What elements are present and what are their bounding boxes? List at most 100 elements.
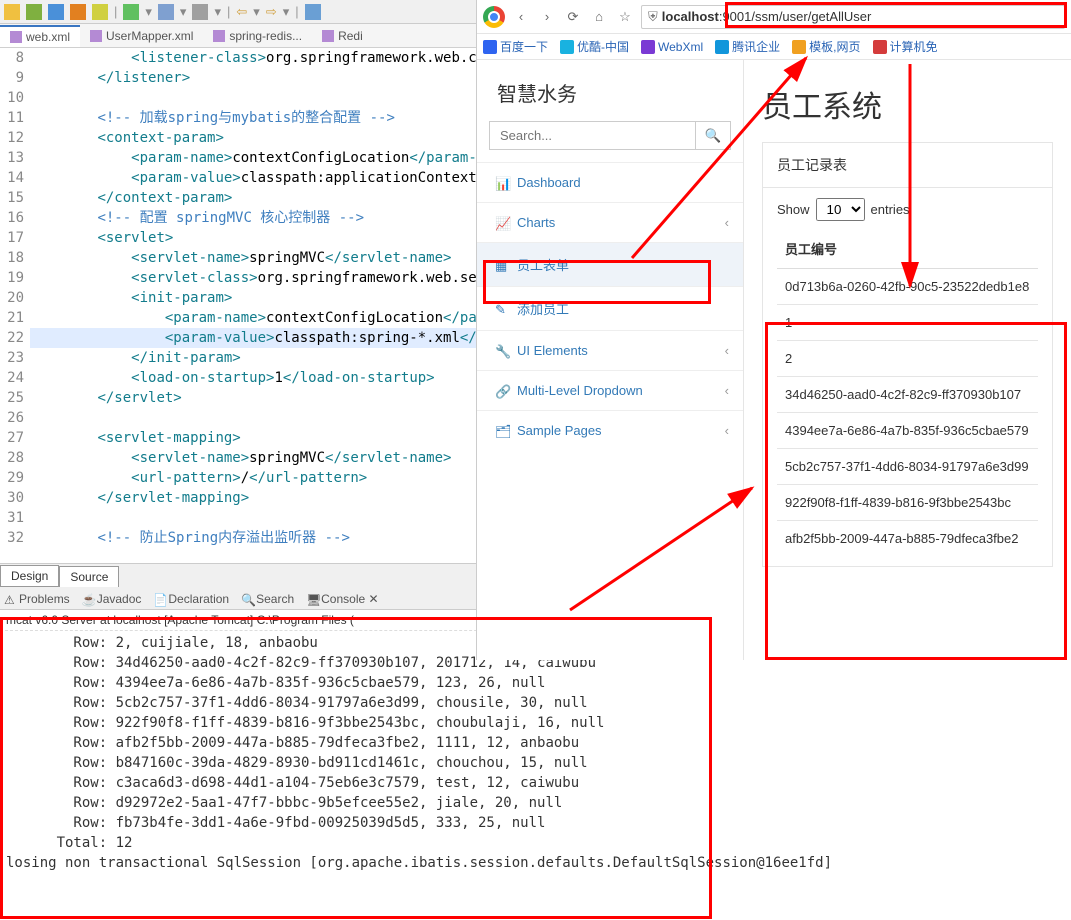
sidebar-item-label: UI Elements <box>517 343 588 358</box>
editor-tab[interactable]: web.xml <box>0 25 80 47</box>
reload-button[interactable]: ⟳ <box>563 7 583 27</box>
bookmark-icon <box>641 40 655 54</box>
cell-id: 922f90f8-f1ff-4839-b816-9f3bbe2543bc <box>777 485 1038 521</box>
browser-nav-bar: ‹ › ⟳ ⌂ ☆ ⛨ localhost:9001/ssm/user/getA… <box>477 0 1071 34</box>
search-input[interactable] <box>489 121 695 150</box>
forward-button[interactable]: › <box>537 7 557 27</box>
card-title: 员工记录表 <box>762 142 1053 187</box>
sidebar-item-label: Charts <box>517 215 555 230</box>
sidebar-item[interactable]: ▦ 员工表单 <box>477 242 743 286</box>
console-output[interactable]: Row: 2, cuijiale, 18, anbaobu Row: 34d46… <box>0 631 1071 881</box>
chart-icon: 📈 <box>495 216 509 230</box>
cell-id: afb2f5bb-2009-447a-b885-79dfeca3fbe2 <box>777 521 1038 557</box>
chrome-icon <box>483 6 505 28</box>
bookmark-link[interactable]: 优酷-中国 <box>560 38 629 55</box>
bookmark-icon <box>873 40 887 54</box>
toolbar-icon[interactable] <box>123 4 139 20</box>
data-table: 员工编号 0d713b6a-0260-42fb-90c5-23522dedb1e… <box>777 229 1038 556</box>
sidebar-item[interactable]: ✎ 添加员工 <box>477 286 743 330</box>
sidebar-item-label: 员工表单 <box>517 255 569 274</box>
table-row[interactable]: afb2f5bb-2009-447a-b885-79dfeca3fbe2 <box>777 521 1038 557</box>
page-size-select[interactable]: 10 <box>816 198 865 221</box>
sidebar-item[interactable]: 🔗 Multi-Level Dropdown ‹ <box>477 370 743 410</box>
editor-tab[interactable]: UserMapper.xml <box>80 26 203 46</box>
bookmark-icon <box>792 40 806 54</box>
sidebar-item[interactable]: 📊 Dashboard <box>477 162 743 202</box>
table-row[interactable]: 922f90f8-f1ff-4839-b816-9f3bbe2543bc <box>777 485 1038 521</box>
cell-id: 34d46250-aad0-4c2f-82c9-ff370930b107 <box>777 377 1038 413</box>
toolbar-icon[interactable] <box>158 4 174 20</box>
console-tab[interactable]: 🔍Search <box>241 592 294 606</box>
table-row[interactable]: 34d46250-aad0-4c2f-82c9-ff370930b107 <box>777 377 1038 413</box>
tree-icon: 🔗 <box>495 384 509 398</box>
sidebar-item-label: Multi-Level Dropdown <box>517 383 643 398</box>
back-button[interactable]: ‹ <box>511 7 531 27</box>
editor-tab[interactable]: Redi <box>312 26 373 46</box>
show-label: Show <box>777 202 810 217</box>
xml-file-icon <box>322 30 334 42</box>
address-bar[interactable]: ⛨ localhost:9001/ssm/user/getAllUser <box>641 5 1065 29</box>
xml-file-icon <box>10 31 22 43</box>
wrench-icon: 🔧 <box>495 344 509 358</box>
bookmark-link[interactable]: 百度一下 <box>483 38 548 55</box>
url-host: localhost <box>662 9 719 24</box>
show-entries: Show 10 entries <box>777 198 1038 221</box>
cell-id: 0d713b6a-0260-42fb-90c5-23522dedb1e8 <box>777 269 1038 305</box>
home-button[interactable]: ⌂ <box>589 7 609 27</box>
sidebar-item-label: Dashboard <box>517 175 581 190</box>
url-rest: :9001/ssm/user/getAllUser <box>719 9 871 24</box>
console-tab[interactable]: 📄Declaration <box>153 592 229 606</box>
cell-id: 2 <box>777 341 1038 377</box>
console-tab[interactable]: ⚠Problems <box>4 592 70 606</box>
bookmark-link[interactable]: WebXml <box>641 40 703 54</box>
table-row[interactable]: 0d713b6a-0260-42fb-90c5-23522dedb1e8 <box>777 269 1038 305</box>
bookmark-icon <box>715 40 729 54</box>
console-tab[interactable]: 🖥Console ✕ <box>306 592 378 606</box>
table-row[interactable]: 4394ee7a-6e86-4a7b-835f-936c5cbae579 <box>777 413 1038 449</box>
toolbar-icon[interactable] <box>26 4 42 20</box>
toolbar-icon[interactable] <box>48 4 64 20</box>
toolbar-icon[interactable] <box>4 4 20 20</box>
sidebar-item[interactable]: 🔧 UI Elements ‹ <box>477 330 743 370</box>
bookmark-icon <box>560 40 574 54</box>
xml-file-icon <box>213 30 225 42</box>
sidebar-item-label: Sample Pages <box>517 423 602 438</box>
design-tab[interactable]: Design <box>0 565 59 587</box>
browser-pane: ‹ › ⟳ ⌂ ☆ ⛨ localhost:9001/ssm/user/getA… <box>476 0 1071 660</box>
toolbar-icon[interactable] <box>92 4 108 20</box>
bookmarks-bar: 百度一下优酷-中国 WebXml 腾讯企业模板,网页计算机免 <box>477 34 1071 60</box>
dashboard-icon: 📊 <box>495 176 509 190</box>
table-icon: ▦ <box>495 258 509 272</box>
edit-icon: ✎ <box>495 302 509 316</box>
toolbar-icon[interactable] <box>70 4 86 20</box>
chevron-left-icon: ‹ <box>725 383 729 398</box>
editor-tab[interactable]: spring-redis... <box>203 26 312 46</box>
source-tab[interactable]: Source <box>59 566 119 587</box>
table-row[interactable]: 5cb2c757-37f1-4dd6-8034-91797a6e3d99 <box>777 449 1038 485</box>
bookmark-link[interactable]: 腾讯企业 <box>715 38 780 55</box>
brand-title: 智慧水务 <box>477 60 743 121</box>
sidebar-item[interactable]: 📈Charts‹ <box>477 202 743 242</box>
bookmark-icon <box>483 40 497 54</box>
page-title: 员工系统 <box>762 60 1053 142</box>
toolbar-icon[interactable] <box>192 4 208 20</box>
xml-file-icon <box>90 30 102 42</box>
chevron-left-icon: ‹ <box>725 343 729 358</box>
table-row[interactable]: 2 <box>777 341 1038 377</box>
col-header[interactable]: 员工编号 <box>777 229 1038 269</box>
console-tab[interactable]: ☕Javadoc <box>82 592 142 606</box>
bookmark-link[interactable]: 计算机免 <box>873 38 938 55</box>
bookmark-link[interactable]: 模板,网页 <box>792 38 860 55</box>
files-icon: 🗂 <box>495 424 509 438</box>
cell-id: 1 <box>777 305 1038 341</box>
search-button[interactable]: 🔍 <box>695 121 731 150</box>
cell-id: 5cb2c757-37f1-4dd6-8034-91797a6e3d99 <box>777 449 1038 485</box>
table-row[interactable]: 1 <box>777 305 1038 341</box>
admin-sidebar: 智慧水务 🔍 📊 Dashboard 📈 Charts ‹ ▦ 员工表单 ✎ 添加员工 🔧 UI E… <box>477 60 744 660</box>
sidebar-item[interactable]: 🗂Sample Pages‹ <box>477 410 743 450</box>
cell-id: 4394ee7a-6e86-4a7b-835f-936c5cbae579 <box>777 413 1038 449</box>
sidebar-item-label: 添加员工 <box>517 299 569 318</box>
star-button[interactable]: ☆ <box>615 7 635 27</box>
entries-label: entries <box>871 202 910 217</box>
toolbar-icon[interactable] <box>305 4 321 20</box>
